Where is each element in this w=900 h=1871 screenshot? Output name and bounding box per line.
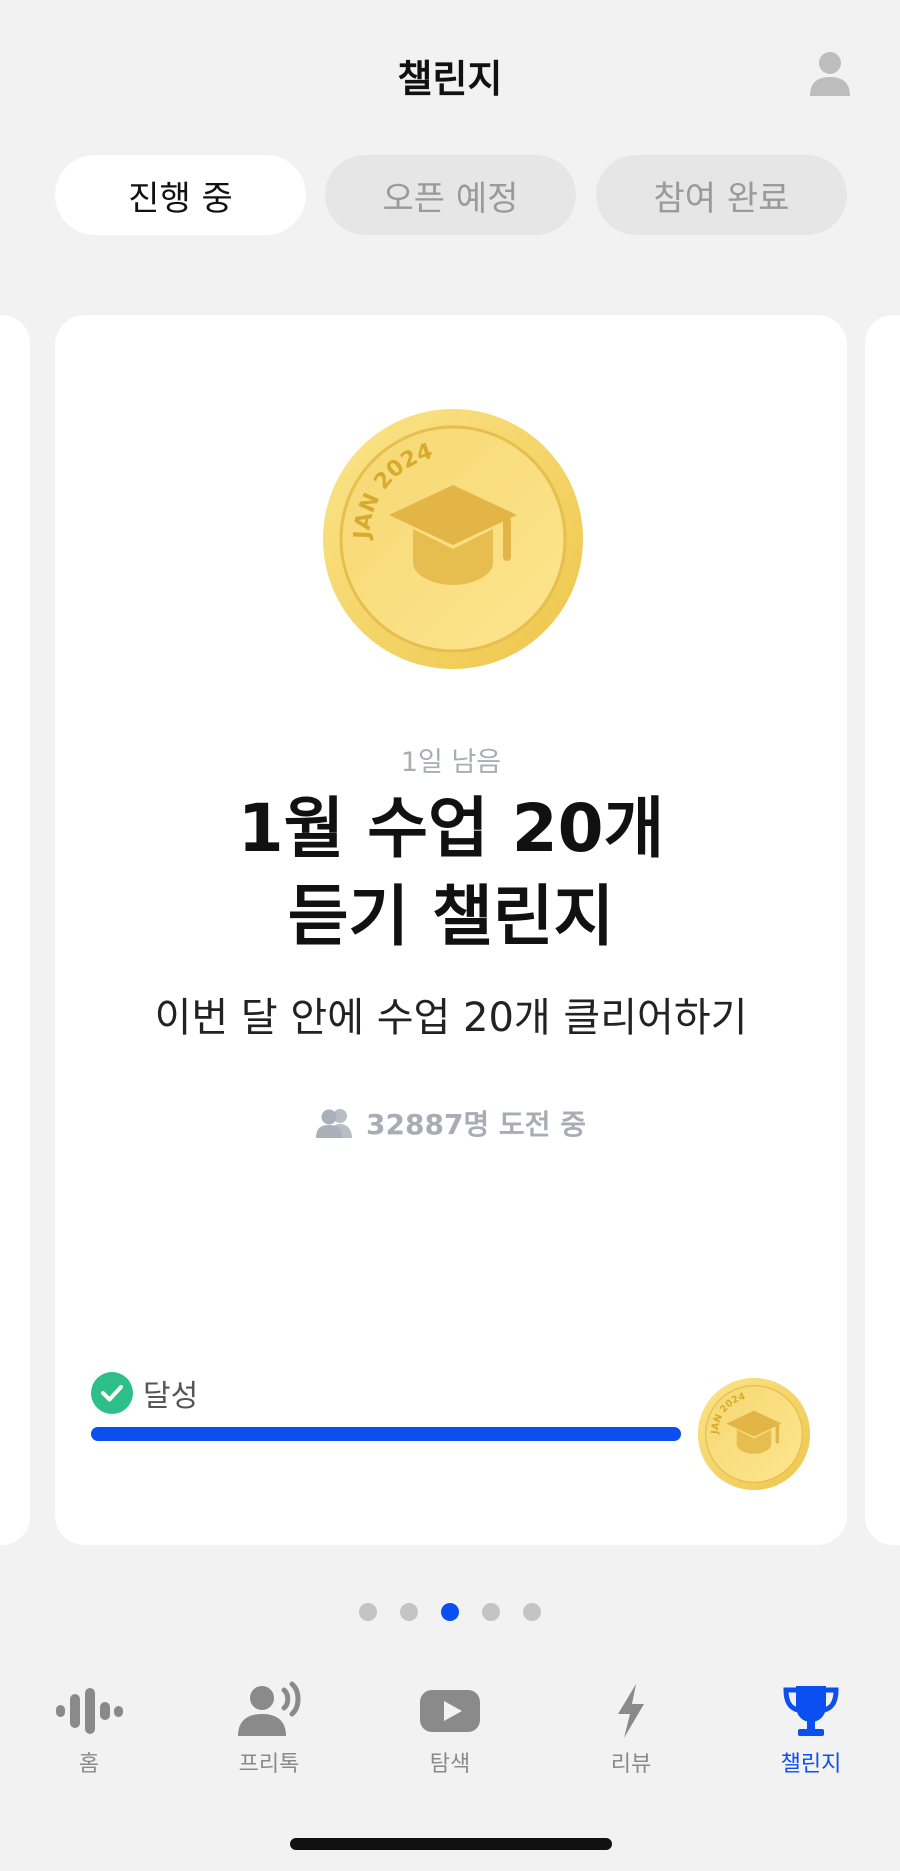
previous-card-peek[interactable]	[0, 315, 30, 1545]
challenge-card[interactable]: JAN 2024 1일 남음 1월 수업 20개 듣기 챌린지 이번 달 안에 …	[55, 315, 847, 1545]
nav-review[interactable]: 리뷰	[556, 1680, 706, 1778]
challenge-tabs: 진행 중 오픈 예정 참여 완료	[55, 155, 847, 235]
nav-freetalk-label: 프리톡	[238, 1752, 300, 1777]
nav-freetalk[interactable]: 프리톡	[194, 1680, 344, 1778]
speaking-person-icon	[238, 1681, 301, 1736]
achievement-label: 달성	[143, 1379, 199, 1414]
tab-upcoming[interactable]: 오픈 예정	[325, 155, 576, 235]
achievement-status: 달성	[91, 1371, 198, 1415]
home-indicator	[290, 1838, 612, 1850]
people-icon	[316, 1109, 353, 1138]
check-circle-icon	[91, 1372, 133, 1414]
pagination-dots	[0, 1603, 900, 1621]
nav-challenge-label: 챌린지	[780, 1752, 842, 1777]
waveform-icon	[56, 1688, 123, 1734]
pagination-dot[interactable]	[523, 1603, 541, 1621]
days-left-label: 1일 남음	[400, 747, 502, 778]
bottom-tab-bar: 홈 프리톡 탐색 리뷰 챌린지	[0, 1680, 900, 1800]
pagination-dot[interactable]	[359, 1603, 377, 1621]
pagination-dot[interactable]	[482, 1603, 500, 1621]
nav-home-label: 홈	[78, 1752, 100, 1777]
pagination-dot-active[interactable]	[441, 1603, 459, 1621]
trophy-icon	[783, 1686, 839, 1736]
progress-bar	[91, 1427, 681, 1441]
challenge-title-line-1: 1월 수업 20개	[237, 790, 665, 867]
nav-challenge[interactable]: 챌린지	[736, 1680, 886, 1778]
next-card-peek[interactable]	[865, 315, 900, 1545]
nav-explore-label: 탐색	[429, 1752, 471, 1777]
graduation-cap-medal-small-icon: JAN 2024	[697, 1377, 811, 1491]
person-icon[interactable]	[808, 50, 852, 98]
page-title: 챌린지	[397, 57, 503, 101]
lightning-icon	[618, 1684, 644, 1738]
tab-completed[interactable]: 참여 완료	[596, 155, 847, 235]
participants-count: 32887명 도전 중	[55, 1103, 847, 1143]
challenge-title-line-2: 듣기 챌린지	[287, 878, 615, 955]
nav-explore[interactable]: 탐색	[375, 1680, 525, 1778]
progress-fill	[91, 1427, 681, 1441]
challenge-description: 이번 달 안에 수업 20개 클리어하기	[154, 995, 748, 1041]
graduation-cap-medal-icon: JAN 2024	[323, 409, 583, 669]
pagination-dot[interactable]	[400, 1603, 418, 1621]
challenge-title: 1월 수업 20개 듣기 챌린지	[55, 785, 847, 961]
youtube-icon	[420, 1690, 480, 1732]
nav-home[interactable]: 홈	[14, 1680, 164, 1778]
tab-in-progress[interactable]: 진행 중	[55, 155, 306, 235]
header: 챌린지	[0, 0, 900, 150]
participants-label: 32887명 도전 중	[366, 1108, 586, 1141]
nav-review-label: 리뷰	[610, 1752, 652, 1777]
